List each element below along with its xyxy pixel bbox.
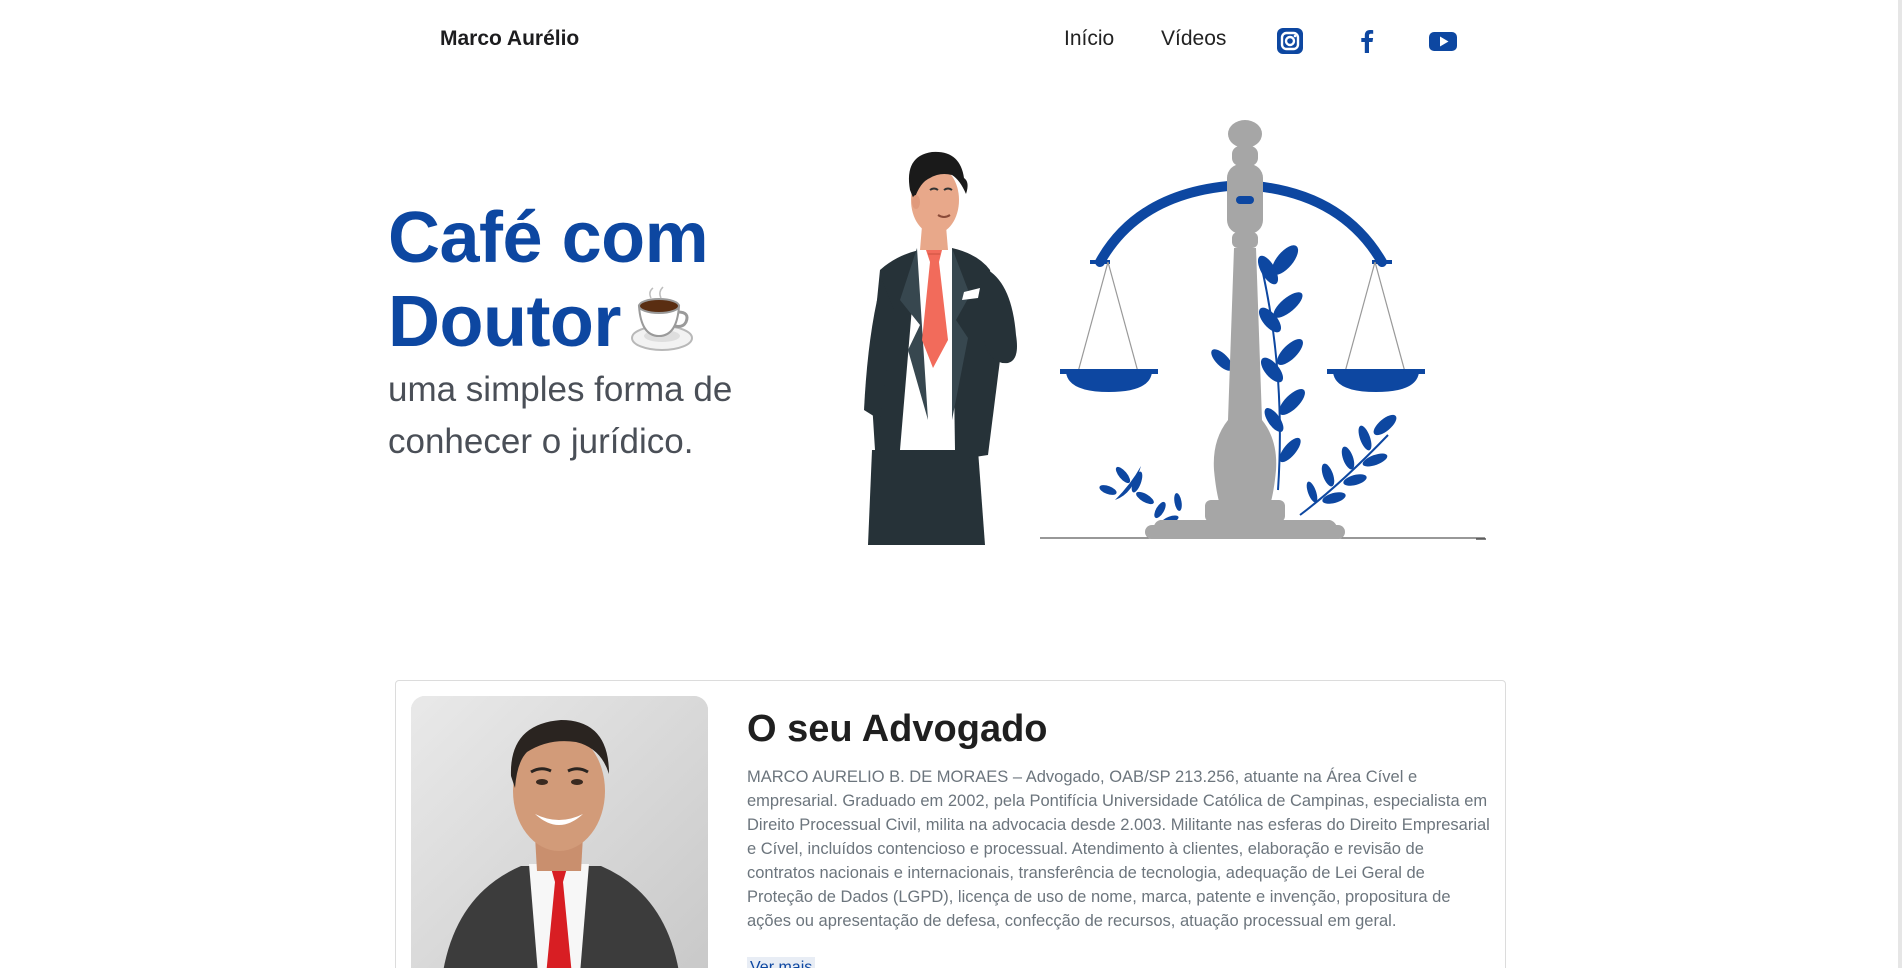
nav-link-videos[interactable]: Vídeos: [1161, 27, 1226, 51]
about-card: O seu Advogado MARCO AURELIO B. DE MORAE…: [395, 680, 1506, 968]
about-text: MARCO AURELIO B. DE MORAES – Advogado, O…: [747, 768, 1490, 930]
lawyer-scales-illustration: [860, 120, 1500, 545]
scrollbar[interactable]: [1898, 0, 1902, 968]
youtube-icon[interactable]: [1428, 26, 1458, 56]
nav-link-inicio[interactable]: Início: [1064, 27, 1114, 51]
coffee-cup-icon: [626, 286, 696, 352]
brand-link[interactable]: Marco Aurélio: [440, 27, 579, 51]
navbar: Marco Aurélio Início Vídeos: [0, 0, 1902, 80]
about-title: O seu Advogado: [747, 708, 1048, 750]
instagram-icon[interactable]: [1275, 26, 1305, 56]
hero-subtitle: uma simples forma de conhecer o jurídico…: [388, 370, 733, 461]
hero-title: Café com Doutor: [388, 196, 808, 364]
see-more-link[interactable]: Ver mais: [747, 957, 816, 968]
lawyer-photo: [411, 696, 708, 968]
facebook-icon[interactable]: [1352, 26, 1382, 56]
hero-title-line2: Doutor: [388, 282, 621, 362]
hero-title-line1: Café com: [388, 198, 709, 278]
